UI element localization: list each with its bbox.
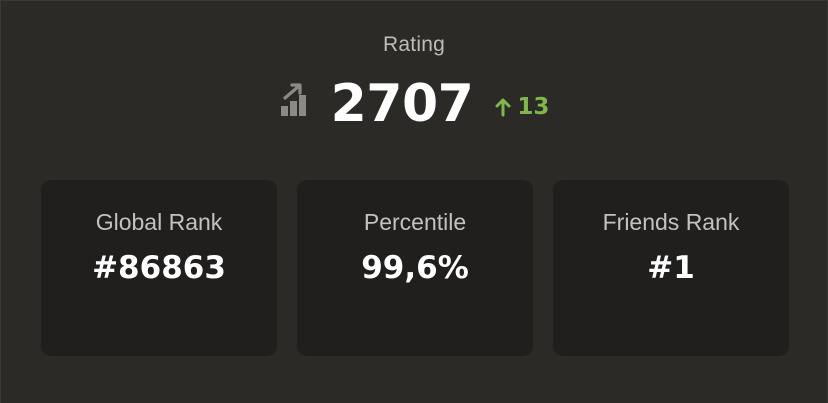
stat-value: 99,6% <box>361 250 469 286</box>
stat-card-friends-rank[interactable]: Friends Rank #1 <box>553 180 789 356</box>
rating-change-value: 13 <box>517 94 550 120</box>
rating-panel: Rating 2707 13 Global Rank #86863 Percen… <box>0 0 828 403</box>
stat-label: Percentile <box>363 209 467 235</box>
rating-change: 13 <box>495 94 549 120</box>
stats-cards: Global Rank #86863 Percentile 99,6% Frie… <box>41 180 789 356</box>
rating-value: 2707 <box>330 74 474 134</box>
stat-value: #86863 <box>92 250 226 286</box>
rating-label: Rating <box>383 33 445 56</box>
arrow-up-icon <box>495 97 511 117</box>
stat-label: Global Rank <box>95 209 223 235</box>
stat-card-percentile[interactable]: Percentile 99,6% <box>297 180 533 356</box>
stat-label: Friends Rank <box>602 209 740 235</box>
rating-row: 2707 13 <box>1 71 827 137</box>
stat-value: #1 <box>647 250 695 286</box>
stat-card-global-rank[interactable]: Global Rank #86863 <box>41 180 277 356</box>
rating-chart-icon <box>279 82 309 118</box>
